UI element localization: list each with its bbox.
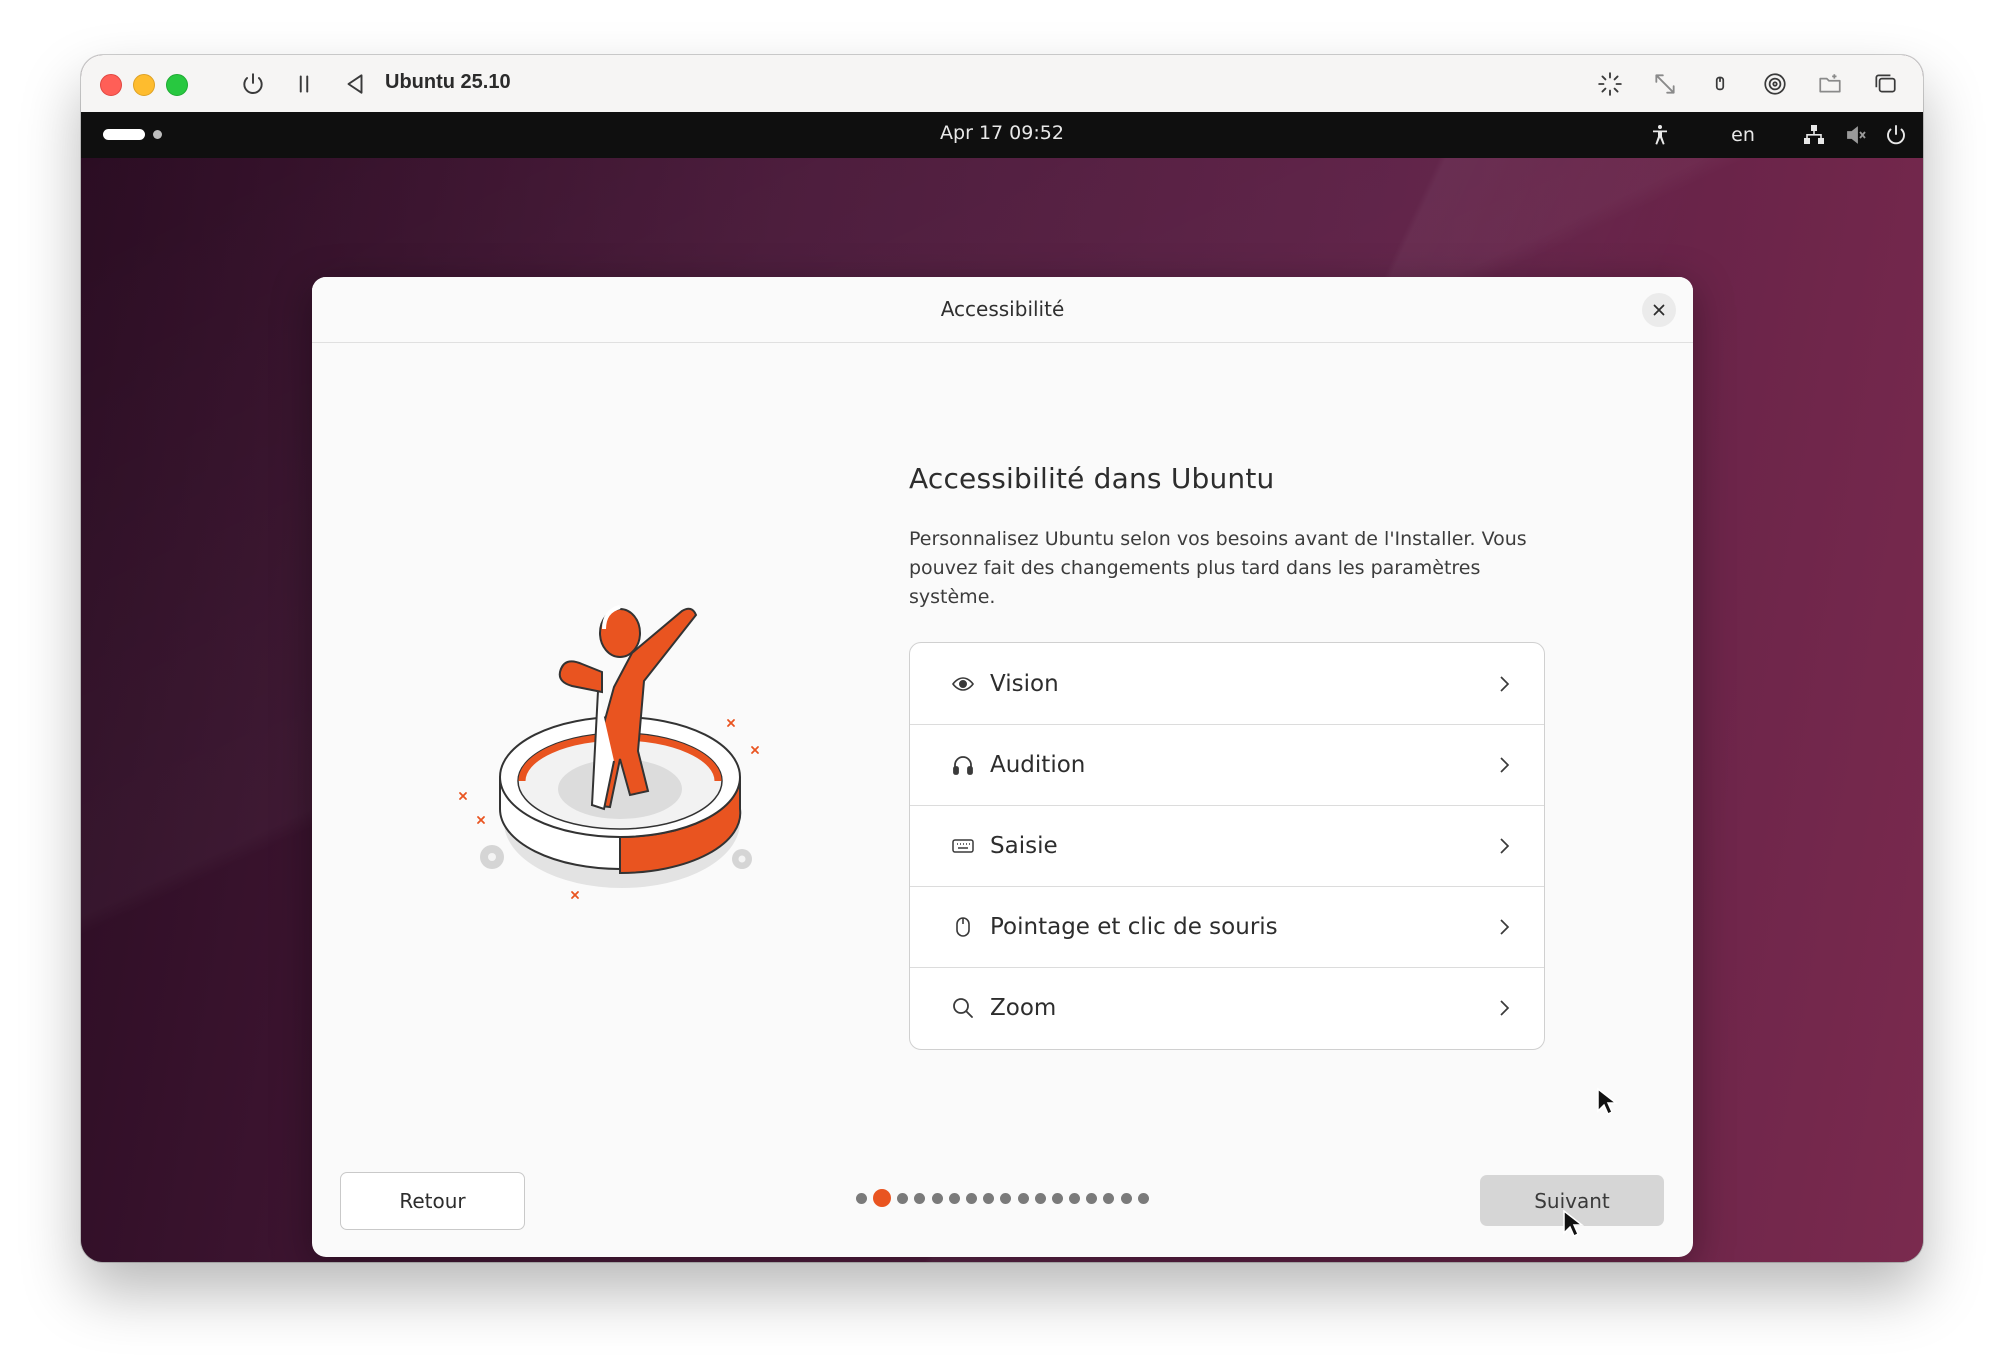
chevron-right-icon — [1500, 918, 1510, 935]
option-vision[interactable]: Vision — [910, 643, 1544, 725]
page-heading: Accessibilité dans Ubuntu — [909, 462, 1275, 495]
guest-desktop: Apr 17 09:52 en Accessibilité Accessibil… — [81, 112, 1923, 1262]
gnome-top-bar: Apr 17 09:52 en — [81, 112, 1923, 158]
accessibility-options-list: Vision Audition Saisie Pointage et clic … — [909, 642, 1545, 1050]
power-icon[interactable] — [235, 66, 271, 102]
content-area: Accessibilité dans Ubuntu Personnalisez … — [909, 462, 1549, 612]
progress-dot — [1103, 1192, 1115, 1204]
progress-dot — [1137, 1192, 1149, 1204]
option-label: Vision — [990, 670, 1059, 697]
capture-icon[interactable] — [1592, 66, 1628, 102]
vm-titlebar: Ubuntu 25.10 — [81, 55, 1923, 113]
dialog-header: Accessibilité — [312, 277, 1693, 343]
progress-dot — [1051, 1192, 1063, 1204]
mouse-cursor-icon — [1563, 1209, 1584, 1238]
progress-dot — [1000, 1192, 1012, 1204]
back-button[interactable]: Retour — [340, 1172, 525, 1230]
progress-dot — [965, 1192, 977, 1204]
progress-dot — [931, 1192, 943, 1204]
progress-dot — [1017, 1192, 1029, 1204]
window-icon[interactable] — [1867, 66, 1903, 102]
resize-icon[interactable] — [1647, 66, 1683, 102]
keyboard-icon — [950, 833, 976, 859]
option-label: Audition — [990, 751, 1086, 778]
progress-dot — [1086, 1192, 1098, 1204]
magnifier-icon — [950, 995, 976, 1021]
usb-icon[interactable] — [1702, 66, 1738, 102]
page-description: Personnalisez Ubuntu selon vos besoins a… — [909, 528, 1527, 608]
progress-dot — [914, 1192, 926, 1204]
close-window-button[interactable] — [100, 74, 122, 96]
headphones-icon — [950, 752, 976, 778]
installer-dialog: Accessibilité Accessibilité dans Ubuntu … — [312, 277, 1693, 1257]
close-icon — [1653, 304, 1665, 316]
close-dialog-button[interactable] — [1642, 293, 1676, 327]
progress-dot — [1034, 1192, 1046, 1204]
option-saisie[interactable]: Saisie — [910, 805, 1544, 887]
vm-window: Ubuntu 25.10 Apr 17 09:52 en Accessibili… — [81, 55, 1923, 1262]
option-audition[interactable]: Audition — [910, 724, 1544, 806]
chevron-right-icon — [1500, 675, 1510, 692]
accessibility-illustration — [459, 605, 759, 899]
option-label: Zoom — [990, 994, 1057, 1021]
progress-dot — [856, 1192, 867, 1204]
chevron-right-icon — [1500, 999, 1510, 1016]
option-zoom[interactable]: Zoom — [910, 967, 1544, 1048]
progress-dot — [1069, 1192, 1081, 1204]
progress-dot — [897, 1192, 909, 1204]
mouse-cursor-icon — [1597, 1087, 1618, 1116]
eye-icon — [950, 671, 976, 697]
option-label: Pointage et clic de souris — [990, 913, 1278, 940]
progress-dot-active — [873, 1189, 892, 1207]
mouse-icon — [950, 914, 976, 940]
progress-dot — [1120, 1192, 1132, 1204]
back-icon[interactable] — [337, 66, 373, 102]
option-pointage[interactable]: Pointage et clic de souris — [910, 886, 1544, 968]
chevron-right-icon — [1500, 756, 1510, 773]
option-label: Saisie — [990, 832, 1058, 859]
progress-dot — [948, 1192, 960, 1204]
shared-folder-icon[interactable] — [1812, 66, 1848, 102]
pause-icon[interactable] — [286, 66, 322, 102]
keyboard-layout-indicator[interactable]: en — [1721, 120, 1765, 150]
minimize-window-button[interactable] — [133, 74, 155, 96]
step-progress-dots — [856, 1188, 1155, 1208]
chevron-right-icon — [1500, 837, 1510, 854]
volume-muted-icon[interactable] — [1841, 120, 1871, 150]
disc-icon[interactable] — [1757, 66, 1793, 102]
vm-title: Ubuntu 25.10 — [385, 71, 511, 93]
accessibility-icon[interactable] — [1645, 120, 1675, 150]
progress-dot — [983, 1192, 995, 1204]
dialog-title: Accessibilité — [940, 297, 1065, 321]
network-icon[interactable] — [1799, 120, 1829, 150]
zoom-window-button[interactable] — [166, 74, 188, 96]
system-power-icon[interactable] — [1881, 120, 1911, 150]
